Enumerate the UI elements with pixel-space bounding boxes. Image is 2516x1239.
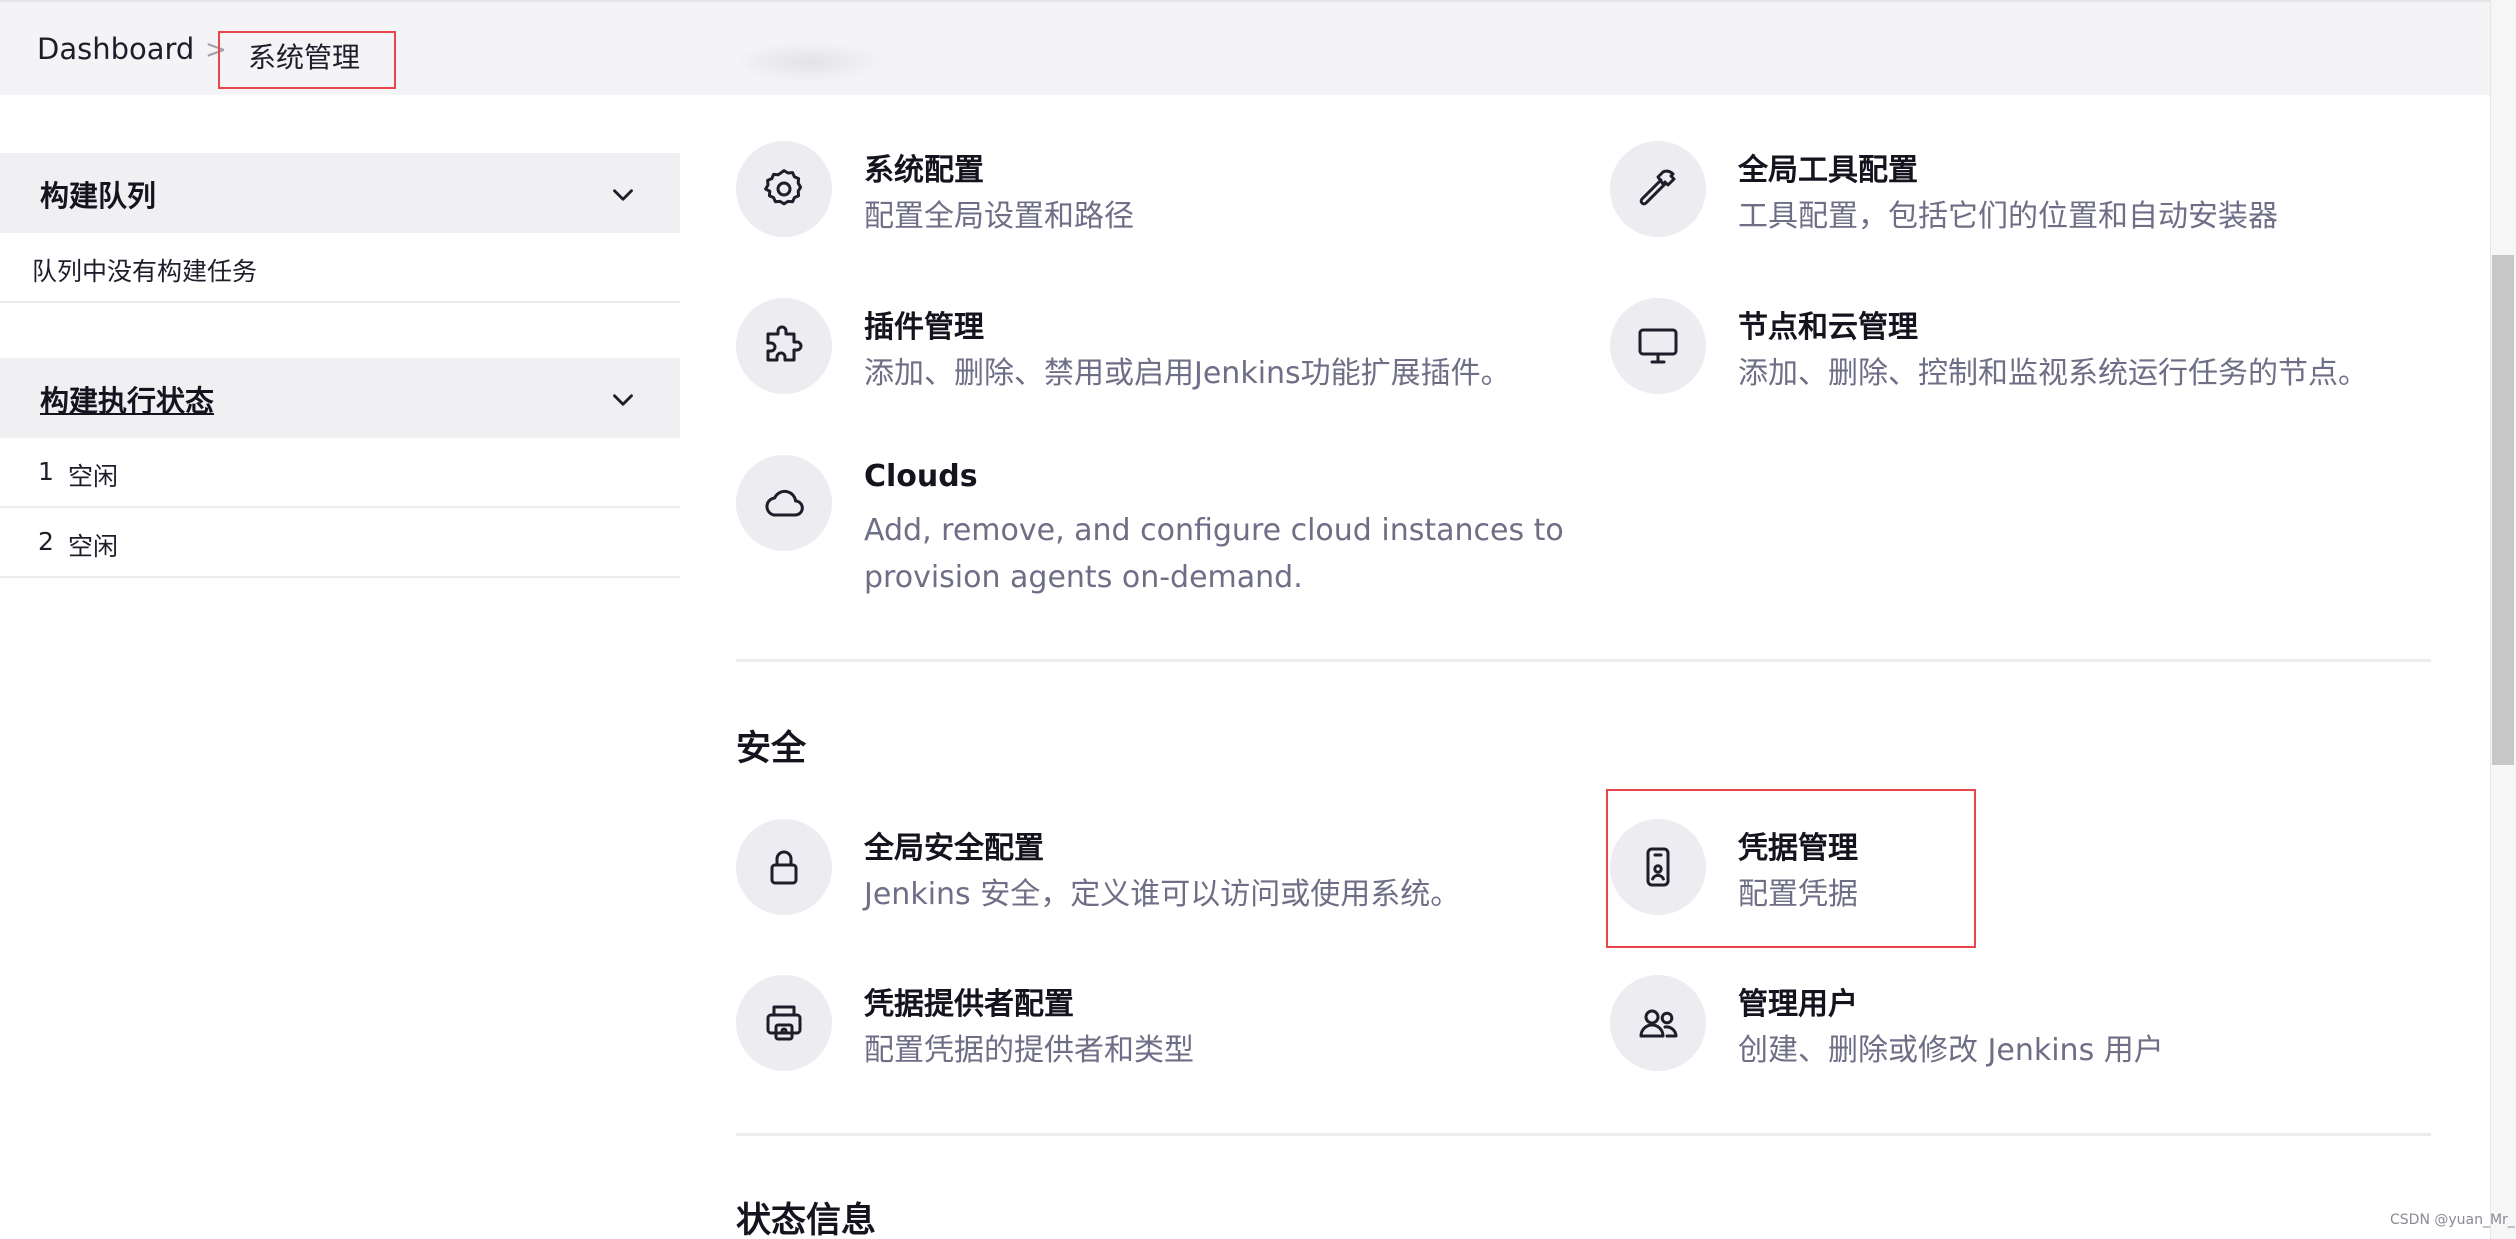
users-icon (1610, 975, 1706, 1071)
nodes-clouds-item[interactable]: 节点和云管理 添加、删除、控制和监视系统运行任务的节点。 (1610, 298, 2470, 408)
build-queue-header[interactable]: 构建队列 (0, 153, 680, 233)
build-queue-title: 构建队列 (40, 179, 157, 213)
global-security-title: 全局安全配置 (864, 831, 1044, 866)
security-section-title: 安全 (736, 729, 807, 769)
chevron-down-icon[interactable] (606, 178, 640, 212)
executor-number: 1 (38, 457, 54, 486)
section-divider (736, 1133, 2431, 1136)
credential-providers-item[interactable]: 凭据提供者配置 配置凭据的提供者和类型 (736, 975, 1436, 1085)
breadcrumb-current-highlight[interactable]: 系统管理 (218, 31, 396, 89)
credentials-highlight-box (1606, 789, 1976, 948)
monitor-icon (1610, 298, 1706, 394)
build-queue-empty-text: 队列中没有构建任务 (32, 257, 258, 286)
clouds-item[interactable]: Clouds Add, remove, and configure cloud … (736, 455, 1564, 605)
blurred-placeholder (735, 42, 885, 82)
executor-status: 空闲 (68, 462, 119, 491)
puzzle-icon (736, 298, 832, 394)
credential-providers-desc: 配置凭据的提供者和类型 (864, 1033, 1194, 1068)
lock-icon (736, 819, 832, 915)
system-config-title: 系统配置 (864, 153, 984, 188)
plugin-manager-desc: 添加、删除、禁用或启用Jenkins功能扩展插件。 (864, 356, 1511, 391)
plugin-manager-item[interactable]: 插件管理 添加、删除、禁用或启用Jenkins功能扩展插件。 (736, 298, 1536, 408)
executor-status-title[interactable]: 构建执行状态 (40, 378, 214, 420)
breadcrumb-dashboard-link[interactable]: Dashboard (37, 32, 194, 66)
global-tool-config-title: 全局工具配置 (1738, 153, 1918, 188)
clouds-desc-line1: Add, remove, and configure cloud instanc… (864, 513, 1564, 548)
cloud-icon (736, 455, 832, 551)
credential-provider-icon (736, 975, 832, 1071)
executor-number: 2 (38, 527, 54, 556)
vertical-scrollbar-thumb[interactable] (2492, 255, 2514, 765)
global-security-desc: Jenkins 安全，定义谁可以访问或使用系统。 (864, 877, 1461, 912)
manage-users-item[interactable]: 管理用户 创建、删除或修改 Jenkins 用户 (1610, 975, 2370, 1085)
clouds-title: Clouds (864, 459, 978, 494)
manage-users-desc: 创建、删除或修改 Jenkins 用户 (1738, 1033, 2164, 1068)
plugin-manager-title: 插件管理 (864, 310, 984, 345)
breadcrumb-current: 系统管理 (248, 41, 361, 74)
watermark: CSDN @yuan_Mr_ (2390, 1212, 2515, 1228)
executor-row: 2 空闲 (0, 508, 680, 578)
executor-status-header[interactable]: 构建执行状态 (0, 358, 680, 438)
system-config-item[interactable]: 系统配置 配置全局设置和路径 (736, 141, 1436, 251)
global-tool-config-desc: 工具配置，包括它们的位置和自动安装器 (1738, 199, 2278, 234)
section-divider (736, 659, 2431, 662)
executor-status: 空闲 (68, 532, 119, 561)
global-tool-config-item[interactable]: 全局工具配置 工具配置，包括它们的位置和自动安装器 (1610, 141, 2410, 251)
build-queue-empty-row: 队列中没有构建任务 (0, 233, 680, 303)
executor-row: 1 空闲 (0, 438, 680, 508)
status-section-title: 状态信息 (736, 1201, 877, 1239)
global-security-item[interactable]: 全局安全配置 Jenkins 安全，定义谁可以访问或使用系统。 (736, 819, 1496, 929)
clouds-desc-line2: provision agents on-demand. (864, 560, 1303, 595)
system-config-desc: 配置全局设置和路径 (864, 199, 1134, 234)
nodes-clouds-desc: 添加、删除、控制和监视系统运行任务的节点。 (1738, 356, 2368, 391)
hammer-icon (1610, 141, 1706, 237)
nodes-clouds-title: 节点和云管理 (1738, 310, 1918, 345)
manage-users-title: 管理用户 (1738, 987, 1858, 1022)
breadcrumb-bar: Dashboard > 系统管理 (0, 0, 2490, 95)
gear-icon (736, 141, 832, 237)
credential-providers-title: 凭据提供者配置 (864, 987, 1074, 1022)
chevron-down-icon[interactable] (606, 383, 640, 417)
